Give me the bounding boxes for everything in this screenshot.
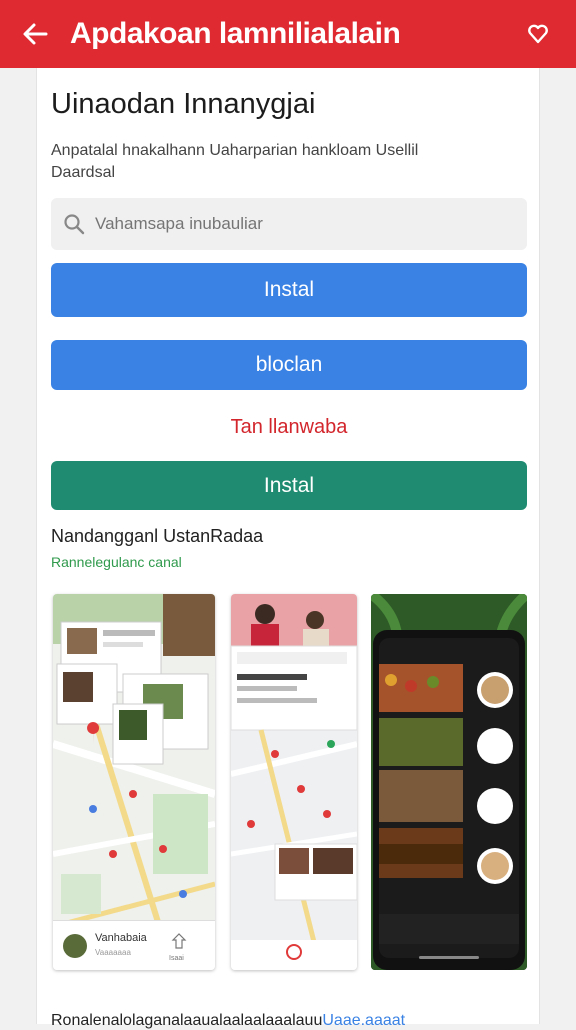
app-title: Apdakoan lamnilialalain xyxy=(70,17,401,50)
search-icon xyxy=(64,214,85,235)
screenshot-carousel[interactable]: Vanhabaia Vaaaaaaa Isaai xyxy=(53,594,529,972)
screenshots-title: Nandangganl UstanRadaa xyxy=(51,526,264,546)
arrow-left-icon xyxy=(23,23,48,45)
install-green-button[interactable]: Instal xyxy=(51,461,527,510)
screenshot-3[interactable] xyxy=(371,594,527,970)
content-card: Uinaodan Innanygjai Anpatalal hnakalhann… xyxy=(36,68,540,1029)
back-button[interactable] xyxy=(0,0,70,68)
install-button[interactable]: Instal xyxy=(51,263,527,317)
map-illustration xyxy=(53,594,215,970)
page-description: Anpatalal hnakalhann Uaharparian hankloa… xyxy=(51,142,419,181)
phone-illustration xyxy=(371,594,527,970)
nav-label-0: Isaai xyxy=(169,955,184,962)
app-bar: Apdakoan lamnilialalain xyxy=(0,0,576,68)
screenshot-1[interactable]: Vanhabaia Vaaaaaaa Isaai xyxy=(53,594,215,970)
bottom-link[interactable]: Uaae.aaaat xyxy=(322,1012,405,1029)
heart-icon xyxy=(528,24,548,44)
shot1-card-sub: Vaaaaaaa xyxy=(95,948,131,957)
bottom-text: RonalenalolaganalaaualaalaalaaalauuUaae.… xyxy=(51,1012,406,1029)
shot1-card-title: Vanhabaia xyxy=(95,932,147,944)
favorite-button[interactable] xyxy=(522,18,554,50)
secondary-button[interactable]: bloclan xyxy=(51,340,527,390)
screenshot-2[interactable] xyxy=(231,594,357,970)
screenshots-subtitle: Rannelegulanc canal xyxy=(51,554,182,570)
search-input[interactable] xyxy=(95,214,495,234)
search-bar[interactable] xyxy=(51,198,527,250)
map-illustration xyxy=(231,594,357,970)
text-link[interactable]: Tan llanwaba xyxy=(51,416,527,439)
page-heading: Uinaodan Innanygjai xyxy=(51,88,316,120)
